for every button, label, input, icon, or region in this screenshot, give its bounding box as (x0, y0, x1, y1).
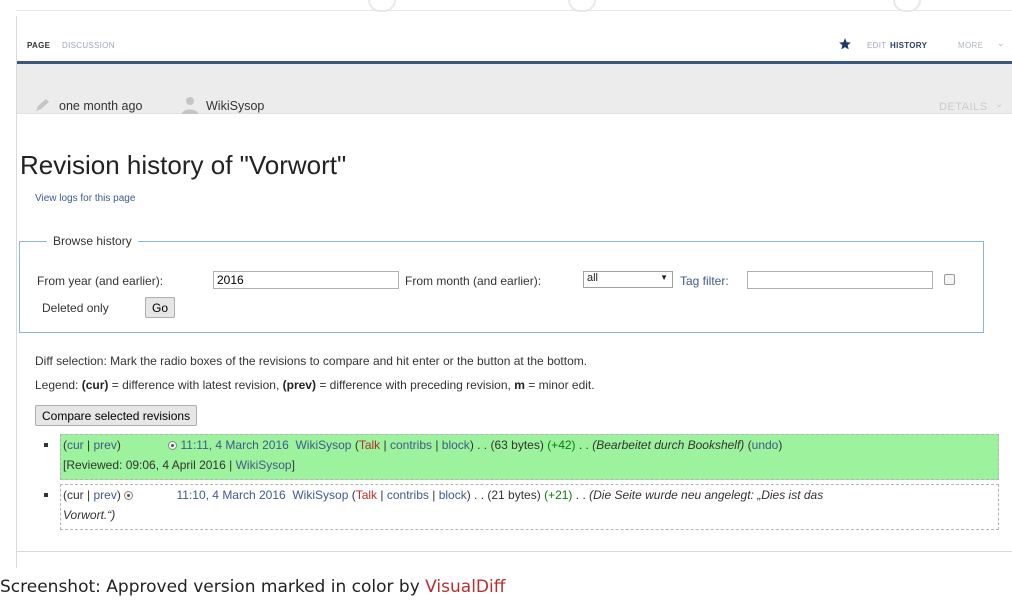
review-status-text: [Reviewed: 09:06, 4 April 2016 | (63, 458, 233, 472)
tab-more[interactable]: MORE (958, 41, 983, 50)
tag-filter-input[interactable] (747, 271, 933, 289)
browse-history-legend: Browse history (47, 234, 138, 248)
block-link[interactable]: block (442, 438, 470, 452)
revision-line: (cur | prev) 11:11, 4 March 2016 WikiSys… (63, 438, 783, 452)
last-edit-user[interactable]: WikiSysop (206, 99, 264, 113)
legend-prev-desc: = difference with preceding revision, (319, 378, 511, 392)
page-info-bar: one month ago WikiSysop DETAILS ⌄ (17, 64, 1012, 114)
user-icon (182, 97, 198, 114)
compare-revisions-button[interactable]: Compare selected revisions (35, 405, 198, 426)
revision-comment: (Bearbeitet durch Bookshelf) (592, 438, 745, 452)
legend-prefix: Legend: (35, 378, 79, 392)
revision-comment-continued: Vorwort.“) (63, 508, 116, 522)
revision-comment: (Die Seite wurde neu angelegt: „Dies ist… (589, 488, 824, 502)
cur-text: cur (67, 488, 84, 502)
star-icon[interactable] (838, 37, 852, 51)
legend-text: Legend: (cur) = difference with latest r… (35, 378, 595, 392)
pencil-icon (36, 99, 49, 111)
contribs-link[interactable]: contribs (390, 438, 432, 452)
tab-edit[interactable]: EDIT (867, 41, 886, 50)
revision-row: (cur | prev) 11:10, 4 March 2016 WikiSys… (60, 484, 999, 530)
view-logs-link[interactable]: View logs for this page (35, 193, 135, 204)
revision-date-link[interactable]: 11:11, 4 March 2016 (181, 438, 289, 452)
undo-link[interactable]: undo (752, 438, 779, 452)
legend-minor: m (514, 378, 525, 392)
deleted-only-label: Deleted only (42, 301, 109, 315)
chevron-down-icon[interactable]: ⌄ (995, 99, 1003, 110)
revision-diff-size: (+21) (544, 488, 573, 502)
page-title: Revision history of "Vorwort" (20, 150, 347, 180)
review-status: [Reviewed: 09:06, 4 April 2016 | WikiSys… (63, 455, 996, 475)
revision-user-link[interactable]: WikiSysop (295, 438, 351, 452)
revision-size: (21 bytes) (487, 488, 541, 502)
compare-radio-old[interactable] (168, 441, 178, 450)
prev-link[interactable]: prev (93, 438, 116, 452)
year-input[interactable]: 2016 (213, 271, 399, 289)
review-status-end: ] (291, 458, 295, 472)
visualdiff-link[interactable]: VisualDiff (425, 577, 505, 597)
talk-link[interactable]: Talk (359, 438, 380, 452)
tag-filter-link[interactable]: Tag filter: (680, 274, 729, 288)
tab-page[interactable]: PAGE (27, 41, 50, 50)
diff-selection-text: Diff selection: Mark the radio boxes of … (35, 354, 588, 368)
last-edit-time[interactable]: one month ago (59, 99, 142, 113)
tab-discussion[interactable]: DISCUSSION (62, 41, 115, 50)
top-divider (16, 10, 1012, 11)
figure-caption: Screenshot: Approved version marked in c… (0, 577, 505, 597)
revision-row-approved: (cur | prev) 11:11, 4 March 2016 WikiSys… (60, 434, 999, 480)
month-label: From month (and earlier): (405, 274, 542, 288)
contribs-link[interactable]: contribs (387, 488, 429, 502)
reviewer-link[interactable]: WikiSysop (236, 458, 292, 472)
year-label: From year (and earlier): (37, 274, 164, 288)
deleted-only-checkbox[interactable] (944, 274, 955, 285)
page-tabs: PAGE DISCUSSION EDIT HISTORY MORE ⌄ (17, 16, 1012, 64)
talk-link[interactable]: Talk (356, 488, 377, 502)
list-bullet (44, 493, 48, 497)
month-select[interactable]: all ▼ (583, 271, 673, 288)
bottom-divider (16, 551, 1012, 552)
month-select-value: all (587, 272, 599, 284)
revision-date-link[interactable]: 11:10, 4 March 2016 (177, 488, 286, 502)
legend-cur-desc: = difference with latest revision, (111, 378, 280, 392)
dropdown-arrow-icon: ▼ (660, 273, 668, 282)
chevron-down-icon[interactable]: ⌄ (997, 38, 1005, 49)
go-button[interactable]: Go (145, 297, 176, 318)
compare-radio-new[interactable] (124, 491, 134, 500)
legend-cur: (cur) (81, 378, 109, 392)
legend-prev: (prev) (282, 378, 316, 392)
revision-line: (cur | prev) 11:10, 4 March 2016 WikiSys… (63, 488, 824, 502)
tab-history[interactable]: HISTORY (890, 41, 927, 50)
revision-user-link[interactable]: WikiSysop (292, 488, 348, 502)
list-bullet (44, 443, 48, 447)
legend-minor-desc: = minor edit. (528, 378, 595, 392)
block-link[interactable]: block (439, 488, 467, 502)
revision-size: (63 bytes) (490, 438, 544, 452)
caption-text: Screenshot: Approved version marked in c… (0, 577, 420, 597)
prev-link[interactable]: prev (93, 488, 116, 502)
cur-link[interactable]: cur (67, 438, 84, 452)
revision-diff-size: (+42) (547, 438, 576, 452)
details-toggle[interactable]: DETAILS (939, 101, 988, 113)
